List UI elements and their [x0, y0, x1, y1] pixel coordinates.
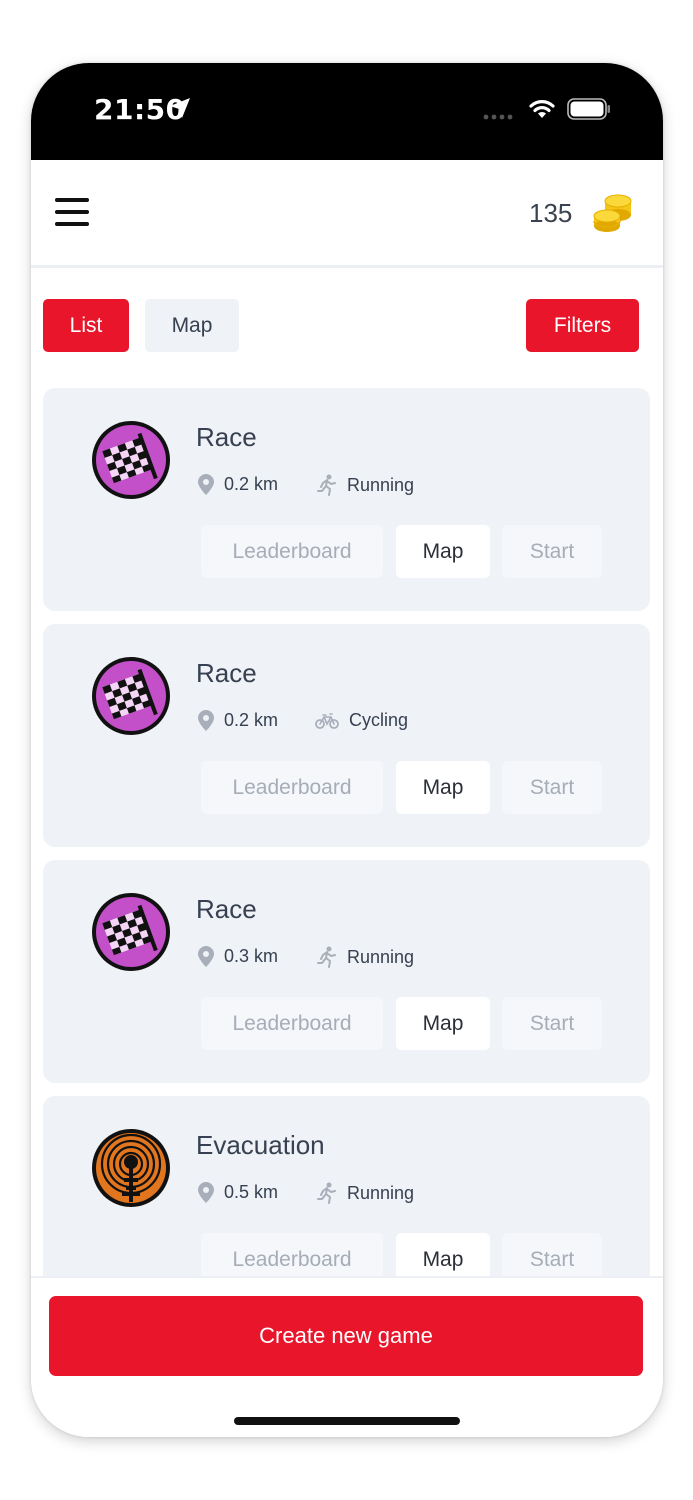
leaderboard-button[interactable]: Leaderboard: [201, 997, 383, 1050]
location-pin-icon: [198, 946, 214, 967]
game-title: Evacuation: [196, 1130, 325, 1160]
location-pin-icon: [198, 710, 214, 731]
game-card[interactable]: Race 0.2 km Cycling Leaderboard Map Star…: [43, 624, 650, 847]
activity-label: Running: [347, 1182, 415, 1203]
activity-label: Running: [347, 474, 415, 495]
distance: 0.5 km: [198, 1182, 278, 1203]
footer: Create new game: [31, 1276, 663, 1437]
distance-value: 0.2 km: [224, 474, 279, 494]
distance-value: 0.2 km: [224, 710, 279, 730]
game-title: Race: [196, 894, 257, 924]
app-header: 135: [31, 160, 663, 268]
race-flag-icon: [92, 421, 170, 499]
activity-label: Cycling: [349, 710, 409, 730]
distance: 0.2 km: [198, 474, 278, 495]
filters-button[interactable]: Filters: [526, 299, 639, 352]
activity-label: Running: [347, 946, 415, 967]
distance: 0.2 km: [198, 710, 278, 731]
games-list[interactable]: Race 0.2 km Running Leaderboard Map Star…: [31, 388, 663, 1276]
start-button[interactable]: Start: [502, 761, 602, 814]
race-flag-icon: [92, 657, 170, 735]
game-title: Race: [196, 658, 257, 688]
wifi-icon: [529, 100, 555, 118]
location-pin-icon: [198, 1182, 214, 1203]
phone-frame: 21:50 135 List Map Filters Race 0.2 km R…: [31, 63, 663, 1437]
status-bar: 21:50: [31, 63, 663, 160]
map-button[interactable]: Map: [396, 997, 490, 1050]
create-new-game-button[interactable]: Create new game: [49, 1296, 643, 1376]
game-card[interactable]: Race 0.3 km Running Leaderboard Map Star…: [43, 860, 650, 1083]
activity: Running: [317, 474, 414, 496]
map-button[interactable]: Map: [396, 525, 490, 578]
location-arrow-icon: [170, 98, 190, 118]
leaderboard-button[interactable]: Leaderboard: [201, 1233, 383, 1276]
home-indicator[interactable]: [234, 1417, 460, 1425]
coin-balance: 135: [529, 198, 573, 228]
coins-icon: [593, 194, 632, 232]
location-pin-icon: [198, 474, 214, 495]
activity: Running: [317, 946, 414, 968]
evacuation-icon: [92, 1129, 170, 1207]
running-icon: [317, 1182, 336, 1204]
start-button[interactable]: Start: [502, 997, 602, 1050]
running-icon: [317, 946, 336, 968]
leaderboard-button[interactable]: Leaderboard: [201, 761, 383, 814]
distance: 0.3 km: [198, 946, 278, 967]
activity: Running: [317, 1182, 414, 1204]
bicycle-icon: [315, 712, 339, 729]
tab-map[interactable]: Map: [145, 299, 239, 352]
distance-value: 0.5 km: [224, 1182, 279, 1202]
tab-list[interactable]: List: [43, 299, 129, 352]
map-button[interactable]: Map: [396, 761, 490, 814]
start-button[interactable]: Start: [502, 525, 602, 578]
hamburger-menu-icon[interactable]: [55, 198, 89, 228]
running-icon: [317, 474, 336, 496]
game-card[interactable]: Race 0.2 km Running Leaderboard Map Star…: [43, 388, 650, 611]
game-card[interactable]: Evacuation 0.5 km Running Leaderboard Ma…: [43, 1096, 650, 1276]
activity: Cycling: [315, 710, 408, 731]
race-flag-icon: [92, 893, 170, 971]
signal-icon: [483, 114, 513, 120]
leaderboard-button[interactable]: Leaderboard: [201, 525, 383, 578]
battery-icon: [567, 98, 610, 120]
game-title: Race: [196, 422, 257, 452]
start-button[interactable]: Start: [502, 1233, 602, 1276]
distance-value: 0.3 km: [224, 946, 279, 966]
map-button[interactable]: Map: [396, 1233, 490, 1276]
